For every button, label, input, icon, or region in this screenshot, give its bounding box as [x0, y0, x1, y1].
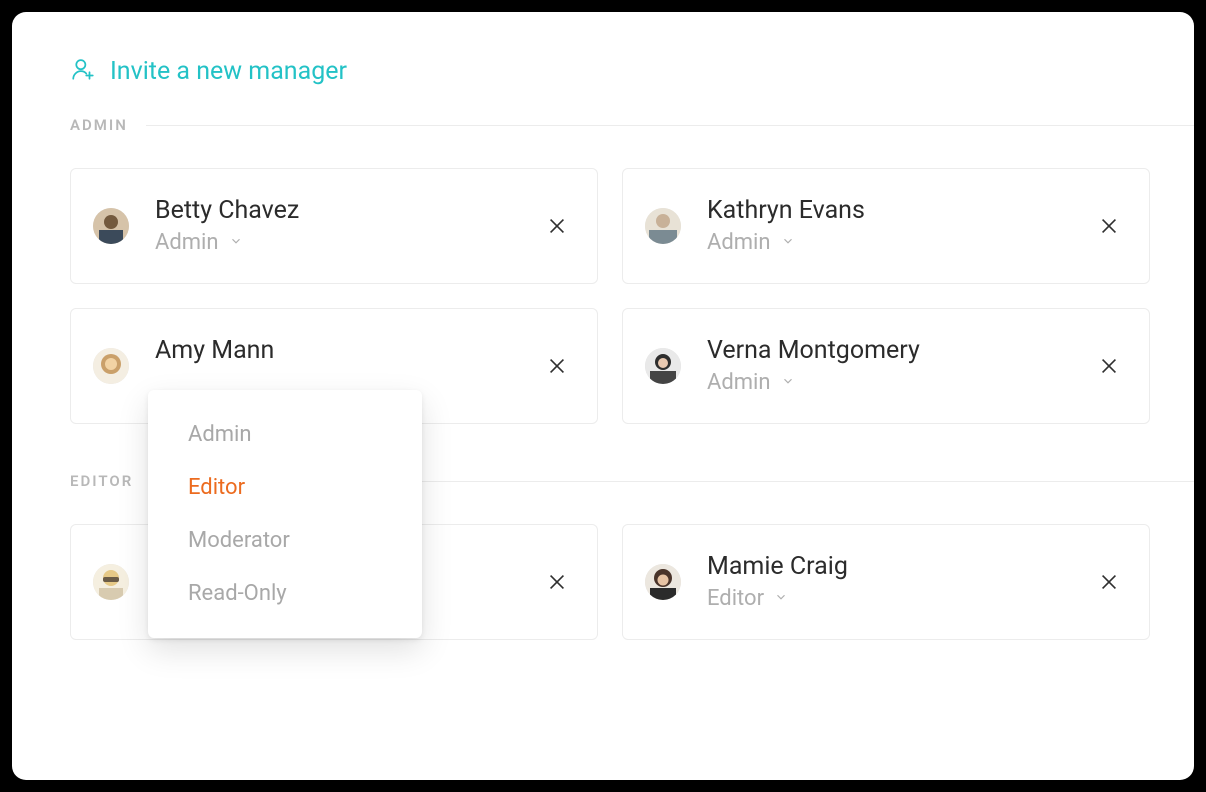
section-rule: [146, 125, 1194, 126]
managers-panel: Invite a new manager ADMIN Betty Chavez …: [12, 12, 1194, 780]
invite-manager-label: Invite a new manager: [110, 57, 347, 86]
chevron-down-icon: [229, 233, 243, 252]
remove-manager-button[interactable]: [545, 214, 569, 238]
role-option-readonly[interactable]: Read-Only: [148, 567, 422, 620]
manager-card-text: Kathryn Evans Admin: [707, 197, 1097, 256]
role-option-admin[interactable]: Admin: [148, 408, 422, 461]
manager-role: Admin: [707, 370, 771, 395]
manager-name: Amy Mann: [155, 337, 545, 365]
remove-manager-button[interactable]: [1097, 570, 1121, 594]
section-title: EDITOR: [70, 472, 133, 490]
manager-card: Kathryn Evans Admin: [622, 168, 1150, 284]
avatar: [645, 564, 681, 600]
manager-name: Mamie Craig: [707, 553, 1097, 581]
avatar: [93, 348, 129, 384]
avatar: [93, 564, 129, 600]
chevron-down-icon: [781, 233, 795, 252]
section-header-admin: ADMIN: [12, 116, 1194, 134]
manager-name: Verna Montgomery: [707, 337, 1097, 365]
role-option-editor[interactable]: Editor: [148, 461, 422, 514]
role-dropdown-trigger[interactable]: Admin: [707, 370, 1097, 395]
role-option-moderator[interactable]: Moderator: [148, 514, 422, 567]
manager-card: Mamie Craig Editor: [622, 524, 1150, 640]
role-dropdown-trigger[interactable]: Editor: [707, 586, 1097, 611]
manager-name: Betty Chavez: [155, 197, 545, 225]
manager-card: Verna Montgomery Admin: [622, 308, 1150, 424]
remove-manager-button[interactable]: [1097, 214, 1121, 238]
manager-card-text: Mamie Craig Editor: [707, 553, 1097, 612]
role-dropdown-trigger[interactable]: Admin: [155, 230, 545, 255]
avatar: [93, 208, 129, 244]
user-plus-icon: [70, 56, 96, 86]
role-dropdown-menu: Admin Editor Moderator Read-Only: [148, 390, 422, 638]
avatar: [645, 348, 681, 384]
remove-manager-button[interactable]: [545, 354, 569, 378]
manager-card-text: Betty Chavez Admin: [155, 197, 545, 256]
manager-role: Admin: [155, 230, 219, 255]
remove-manager-button[interactable]: [545, 570, 569, 594]
role-dropdown-trigger[interactable]: Admin: [707, 230, 1097, 255]
chevron-down-icon: [774, 589, 788, 608]
manager-card: Betty Chavez Admin: [70, 168, 598, 284]
manager-card-text: Amy Mann Admin: [155, 337, 545, 396]
manager-role: Editor: [707, 586, 764, 611]
manager-card-text: Verna Montgomery Admin: [707, 337, 1097, 396]
manager-name: Kathryn Evans: [707, 197, 1097, 225]
manager-role: Admin: [707, 230, 771, 255]
chevron-down-icon: [781, 373, 795, 392]
remove-manager-button[interactable]: [1097, 354, 1121, 378]
avatar: [645, 208, 681, 244]
section-title: ADMIN: [70, 116, 128, 134]
invite-manager-button[interactable]: Invite a new manager: [12, 56, 1194, 116]
